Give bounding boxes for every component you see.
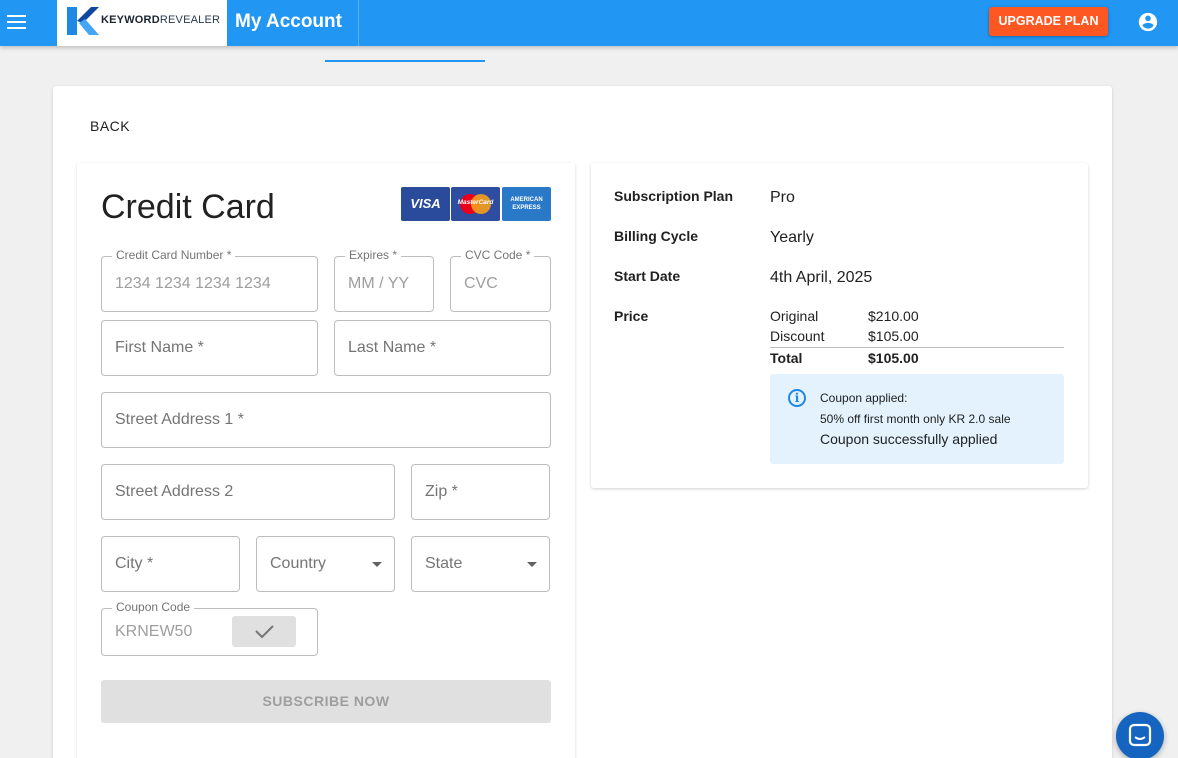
zip-field[interactable]: Zip * <box>411 464 550 520</box>
start-date-value: 4th April, 2025 <box>770 269 873 286</box>
account-circle-icon[interactable] <box>1137 11 1159 33</box>
top-app-bar: KEYWORDREVEALER My Account UPGRADE PLAN <box>0 0 1178 46</box>
expires-placeholder: MM / YY <box>348 275 410 292</box>
logo-brand-light: REVEALER <box>159 14 221 26</box>
country-select[interactable]: Country <box>256 536 395 592</box>
card-number-placeholder: 1234 1234 1234 1234 <box>115 275 271 292</box>
logo-wordmark: KEYWORDREVEALER <box>101 14 220 26</box>
coupon-code-value: KRNEW50 <box>115 623 193 640</box>
price-label: Price <box>614 308 649 324</box>
dropdown-arrow-icon <box>527 562 537 567</box>
chat-icon <box>1128 723 1152 747</box>
billing-cycle-label: Billing Cycle <box>614 228 699 244</box>
mastercard-logo: MasterCard <box>451 187 500 221</box>
upgrade-plan-button[interactable]: UPGRADE PLAN <box>989 7 1108 36</box>
country-placeholder: Country <box>270 555 327 572</box>
last-name-field[interactable]: Last Name * <box>334 320 551 376</box>
price-total-label: Total <box>770 350 803 366</box>
billing-cycle-value: Yearly <box>770 229 814 246</box>
subscription-plan-value: Pro <box>770 189 795 206</box>
first-name-placeholder: First Name * <box>115 339 204 356</box>
price-total-amount: $105.00 <box>868 350 919 366</box>
keywordrevealer-logo[interactable]: KEYWORDREVEALER <box>57 0 227 46</box>
expires-label: Expires * <box>345 248 402 262</box>
start-date-label: Start Date <box>614 268 681 284</box>
check-icon <box>255 625 274 639</box>
city-placeholder: City * <box>115 555 154 572</box>
coupon-success-message: Coupon successfully applied <box>820 431 998 447</box>
price-original-label: Original <box>770 308 819 324</box>
coupon-code-label: Coupon Code <box>112 600 195 614</box>
amex-logo: AMERICAN EXPRESS <box>502 187 551 221</box>
credit-card-title: Credit Card <box>101 188 275 226</box>
page-title: My Account <box>235 11 342 32</box>
price-divider <box>770 347 1064 348</box>
info-icon: i <box>788 389 806 407</box>
subscribe-now-button[interactable]: SUBSCRIBE NOW <box>101 680 551 723</box>
price-original-amount: $210.00 <box>868 308 919 324</box>
street-address-1-field[interactable]: Street Address 1 * <box>101 392 551 448</box>
back-button[interactable]: BACK <box>90 118 130 134</box>
expires-field[interactable]: Expires * MM / YY <box>334 248 434 312</box>
visa-logo: VISA <box>401 187 450 221</box>
street-address-2-placeholder: Street Address 2 <box>115 483 234 500</box>
last-name-placeholder: Last Name * <box>348 339 437 356</box>
active-tab-indicator <box>325 60 485 62</box>
state-select[interactable]: State <box>411 536 550 592</box>
subscription-plan-label: Subscription Plan <box>614 188 734 204</box>
keywordrevealer-k-icon <box>67 7 99 35</box>
apply-coupon-button[interactable] <box>232 616 296 647</box>
first-name-field[interactable]: First Name * <box>101 320 318 376</box>
street-address-1-placeholder: Street Address 1 * <box>115 411 244 428</box>
card-number-label: Credit Card Number * <box>112 248 236 262</box>
street-address-2-field[interactable]: Street Address 2 <box>101 464 395 520</box>
cvc-field[interactable]: CVC Code * CVC <box>450 248 551 312</box>
card-number-field[interactable]: Credit Card Number * 1234 1234 1234 1234 <box>101 248 318 312</box>
zip-placeholder: Zip * <box>425 483 458 500</box>
hamburger-menu-icon[interactable] <box>6 11 28 33</box>
logo-brand-bold: KEYWORD <box>101 14 160 26</box>
dropdown-arrow-icon <box>372 562 382 567</box>
divider <box>358 0 359 46</box>
mastercard-text: MasterCard <box>457 199 494 206</box>
state-placeholder: State <box>425 555 463 572</box>
chat-support-button[interactable] <box>1116 712 1164 758</box>
cvc-placeholder: CVC <box>464 275 498 292</box>
coupon-applied-heading: Coupon applied: <box>820 391 908 405</box>
price-discount-amount: $105.00 <box>868 328 919 344</box>
coupon-applied-description: 50% off first month only KR 2.0 sale <box>820 412 1011 426</box>
cvc-label: CVC Code * <box>461 248 535 262</box>
city-field[interactable]: City * <box>101 536 240 592</box>
price-discount-label: Discount <box>770 328 825 344</box>
